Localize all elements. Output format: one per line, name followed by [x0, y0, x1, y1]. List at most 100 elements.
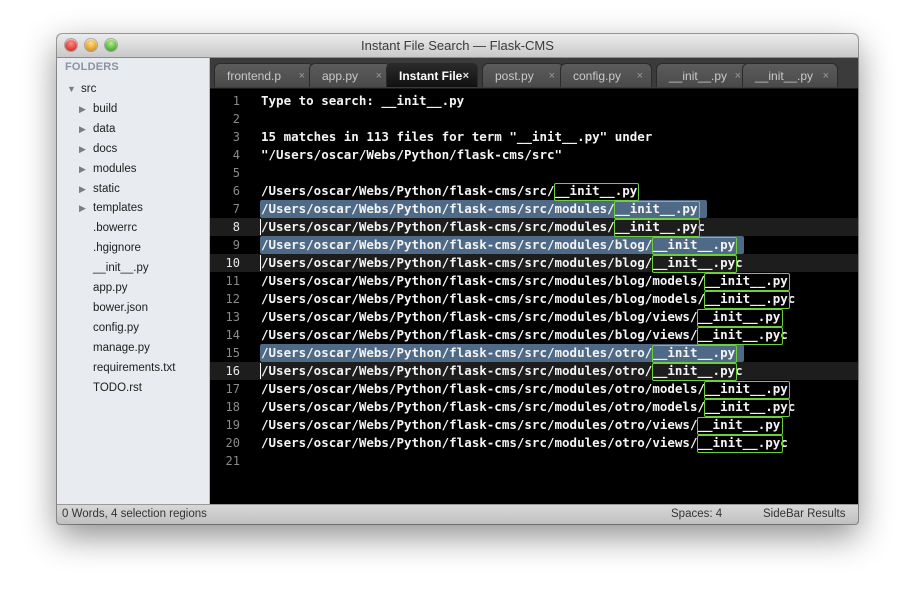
app-window: Instant File Search — Flask-CMS FOLDERS … — [57, 34, 858, 524]
tab-close-icon[interactable]: × — [376, 64, 382, 87]
editor-tab[interactable]: app.py × — [309, 63, 391, 87]
editor-tab[interactable]: config.py × — [560, 63, 652, 87]
code-line[interactable]: Type to search: __init__.py — [261, 92, 464, 110]
disclosure-closed-icon[interactable]: ▶ — [79, 140, 93, 158]
sidebar-item-label: data — [93, 122, 116, 135]
window-title: Instant File Search — Flask-CMS — [361, 38, 554, 53]
editor-tab[interactable]: frontend.p × — [214, 63, 314, 87]
search-match-highlight — [704, 381, 791, 399]
search-match-highlight — [651, 363, 738, 381]
disclosure-closed-icon[interactable]: ▶ — [79, 180, 93, 198]
sidebar-item-label: __init__.py — [93, 262, 149, 275]
editor-tab[interactable]: __init__.py × — [742, 63, 838, 87]
line-number: 15 — [225, 346, 240, 360]
search-match-highlight — [651, 345, 738, 363]
sidebar-item[interactable]: ▶ templates — [79, 199, 143, 217]
tab-label: app.py — [322, 69, 359, 83]
tab-label: Instant File — [399, 69, 463, 83]
text-cursor — [260, 255, 261, 271]
disclosure-open-icon[interactable]: ▼ — [67, 80, 81, 98]
disclosure-closed-icon[interactable]: ▶ — [79, 120, 93, 138]
editor-tab[interactable]: post.py × — [482, 63, 564, 87]
tab-label: __init__.py — [669, 69, 728, 83]
sidebar-item-label: src — [81, 83, 97, 95]
sidebar-item[interactable]: __init__.py — [93, 259, 149, 277]
sidebar-item-label: static — [93, 182, 120, 195]
line-number: 20 — [225, 436, 240, 450]
minimize-window-button[interactable] — [85, 39, 97, 51]
editor-pane[interactable]: 1 2 3 4 5 6 7 8 9 10 11 12 13 14 15 16 17 18 19 20 21 Type to… — [210, 89, 858, 504]
line-number: 10 — [225, 256, 240, 270]
line-number: 16 — [225, 364, 240, 378]
editor-tab[interactable]: Instant File × — [386, 63, 478, 87]
zoom-window-button[interactable] — [105, 39, 117, 51]
sidebar-item-label: modules — [93, 162, 137, 175]
tab-close-icon[interactable]: × — [735, 64, 741, 87]
sidebar-item-label: manage.py — [93, 341, 150, 354]
search-match-highlight — [696, 417, 783, 435]
tab-label: post.py — [495, 69, 534, 83]
sidebar-item-label: app.py — [93, 282, 128, 294]
status-selection-info: 0 Words, 4 selection regions — [62, 508, 207, 520]
search-match-highlight — [704, 273, 791, 291]
status-syntax[interactable]: SideBar Results — [763, 508, 845, 520]
sidebar-item[interactable]: ▶ modules — [79, 160, 136, 178]
sidebar-item-label: build — [93, 102, 118, 115]
line-number: 11 — [225, 274, 240, 288]
sidebar: FOLDERS ▼ src ▶ build ▶ data ▶ docs ▶ modules ▶ sta… — [57, 58, 210, 504]
line-number: 17 — [225, 382, 240, 396]
sidebar-item[interactable]: ▶ build — [79, 100, 117, 118]
sidebar-item[interactable]: requirements.txt — [93, 359, 175, 377]
search-match-highlight — [704, 291, 791, 309]
text-cursor — [260, 363, 261, 379]
sidebar-item[interactable]: TODO.rst — [93, 379, 142, 397]
sidebar-item[interactable]: ▶ docs — [79, 140, 117, 158]
sidebar-item[interactable]: manage.py — [93, 339, 150, 357]
close-window-button[interactable] — [65, 39, 77, 51]
search-match-highlight — [651, 237, 738, 255]
tab-label: __init__.py — [755, 69, 814, 83]
line-number: 9 — [232, 238, 240, 252]
line-number: 14 — [225, 328, 240, 342]
tab-label: frontend.p — [227, 69, 282, 83]
sidebar-item[interactable]: .hgignore — [93, 239, 141, 257]
line-number: 4 — [232, 148, 240, 162]
search-match-highlight — [696, 327, 783, 345]
sidebar-item[interactable]: app.py — [93, 279, 128, 297]
search-match-highlight — [613, 219, 700, 237]
sidebar-item-label: docs — [93, 142, 118, 155]
line-number: 8 — [232, 220, 240, 234]
sidebar-item[interactable]: ▼ src — [67, 80, 96, 98]
code-line[interactable]: 15 matches in 113 files for term "__init… — [261, 128, 652, 146]
title-bar[interactable]: Instant File Search — Flask-CMS — [57, 34, 858, 58]
line-number: 12 — [225, 292, 240, 306]
sidebar-item-label: templates — [93, 202, 143, 215]
sidebar-folders-header: FOLDERS — [65, 61, 119, 73]
line-number: 6 — [232, 184, 240, 198]
sidebar-item[interactable]: ▶ static — [79, 180, 120, 198]
line-number: 5 — [232, 166, 240, 180]
line-number: 21 — [225, 454, 240, 468]
search-match-highlight — [696, 435, 783, 453]
tab-close-icon[interactable]: × — [299, 64, 305, 87]
status-bar: 0 Words, 4 selection regions Spaces: 4 S… — [57, 504, 858, 524]
status-indentation[interactable]: Spaces: 4 — [671, 508, 722, 520]
tab-close-icon[interactable]: × — [823, 64, 829, 87]
sidebar-item[interactable]: bower.json — [93, 299, 148, 317]
tab-close-icon[interactable]: × — [637, 64, 643, 87]
tab-close-icon[interactable]: × — [549, 64, 555, 87]
disclosure-closed-icon[interactable]: ▶ — [79, 199, 93, 217]
disclosure-closed-icon[interactable]: ▶ — [79, 160, 93, 178]
sidebar-item[interactable]: .bowerrc — [93, 219, 137, 237]
disclosure-closed-icon[interactable]: ▶ — [79, 100, 93, 118]
sidebar-item[interactable]: ▶ data — [79, 120, 115, 138]
editor-tab[interactable]: __init__.py × — [656, 63, 750, 87]
text-cursor — [260, 219, 261, 235]
tab-close-icon[interactable]: × — [463, 64, 469, 87]
line-number: 3 — [232, 130, 240, 144]
line-number: 1 — [232, 94, 240, 108]
sidebar-item[interactable]: config.py — [93, 319, 139, 337]
line-number: 13 — [225, 310, 240, 324]
search-match-highlight — [704, 399, 791, 417]
code-line[interactable]: "/Users/oscar/Webs/Python/flask-cms/src" — [261, 146, 562, 164]
